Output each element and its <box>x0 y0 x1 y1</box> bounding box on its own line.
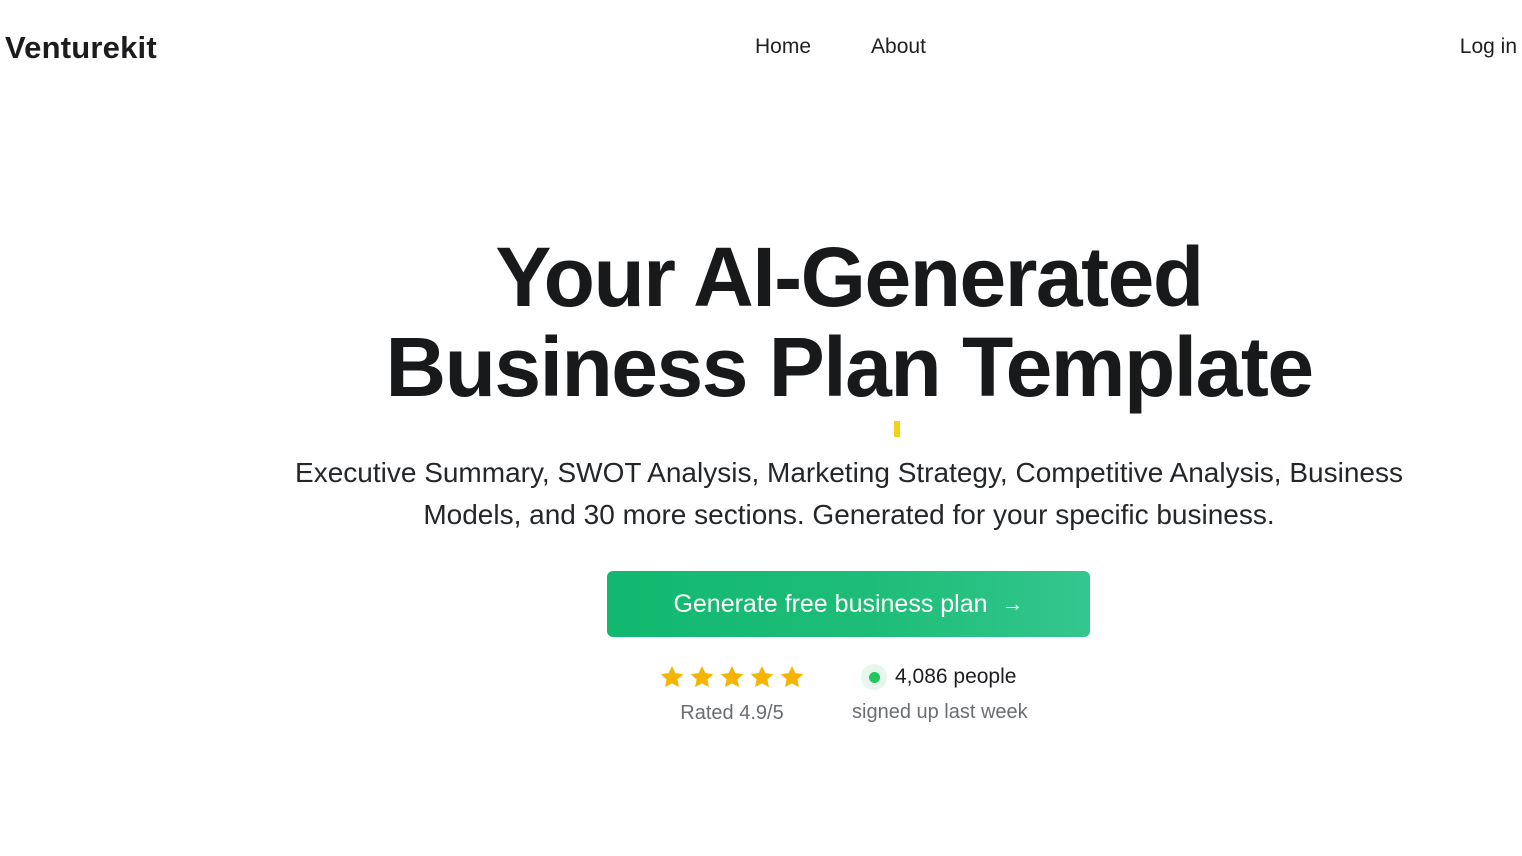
generate-plan-button[interactable]: Generate free business plan → <box>607 571 1090 637</box>
text-cursor-marker <box>894 421 900 437</box>
signup-subtext: signed up last week <box>852 701 1028 723</box>
rating-text: Rated 4.9/5 <box>680 702 784 724</box>
logo[interactable]: Venturekit <box>5 30 157 66</box>
signup-stats: 4,086 people signed up last week <box>852 664 1028 724</box>
hero-headline: Your AI-Generated Business Plan Template <box>0 232 1522 412</box>
page: Venturekit Home About Log in Your AI-Gen… <box>0 0 1522 856</box>
login-link[interactable]: Log in <box>1460 35 1517 59</box>
nav-link-about[interactable]: About <box>871 35 926 59</box>
star-icon <box>690 665 714 688</box>
star-icon <box>750 665 774 688</box>
rating-block: Rated 4.9/5 <box>652 664 812 725</box>
star-icon <box>720 665 744 688</box>
hero-headline-line-1: Your AI-Generated <box>495 230 1204 324</box>
main-nav: Home About <box>755 35 926 59</box>
generate-plan-button-label: Generate free business plan <box>673 589 988 618</box>
hero-headline-line-2: Business Plan Template <box>385 320 1314 414</box>
star-rating <box>652 664 812 690</box>
star-icon <box>780 665 804 688</box>
hero-subtitle: Executive Summary, SWOT Analysis, Market… <box>295 457 1403 530</box>
live-dot-icon <box>861 664 887 690</box>
signup-count: 4,086 people <box>895 665 1017 688</box>
star-icon <box>660 665 684 688</box>
arrow-right-icon: → <box>1001 591 1024 616</box>
nav-link-home[interactable]: Home <box>755 35 811 59</box>
